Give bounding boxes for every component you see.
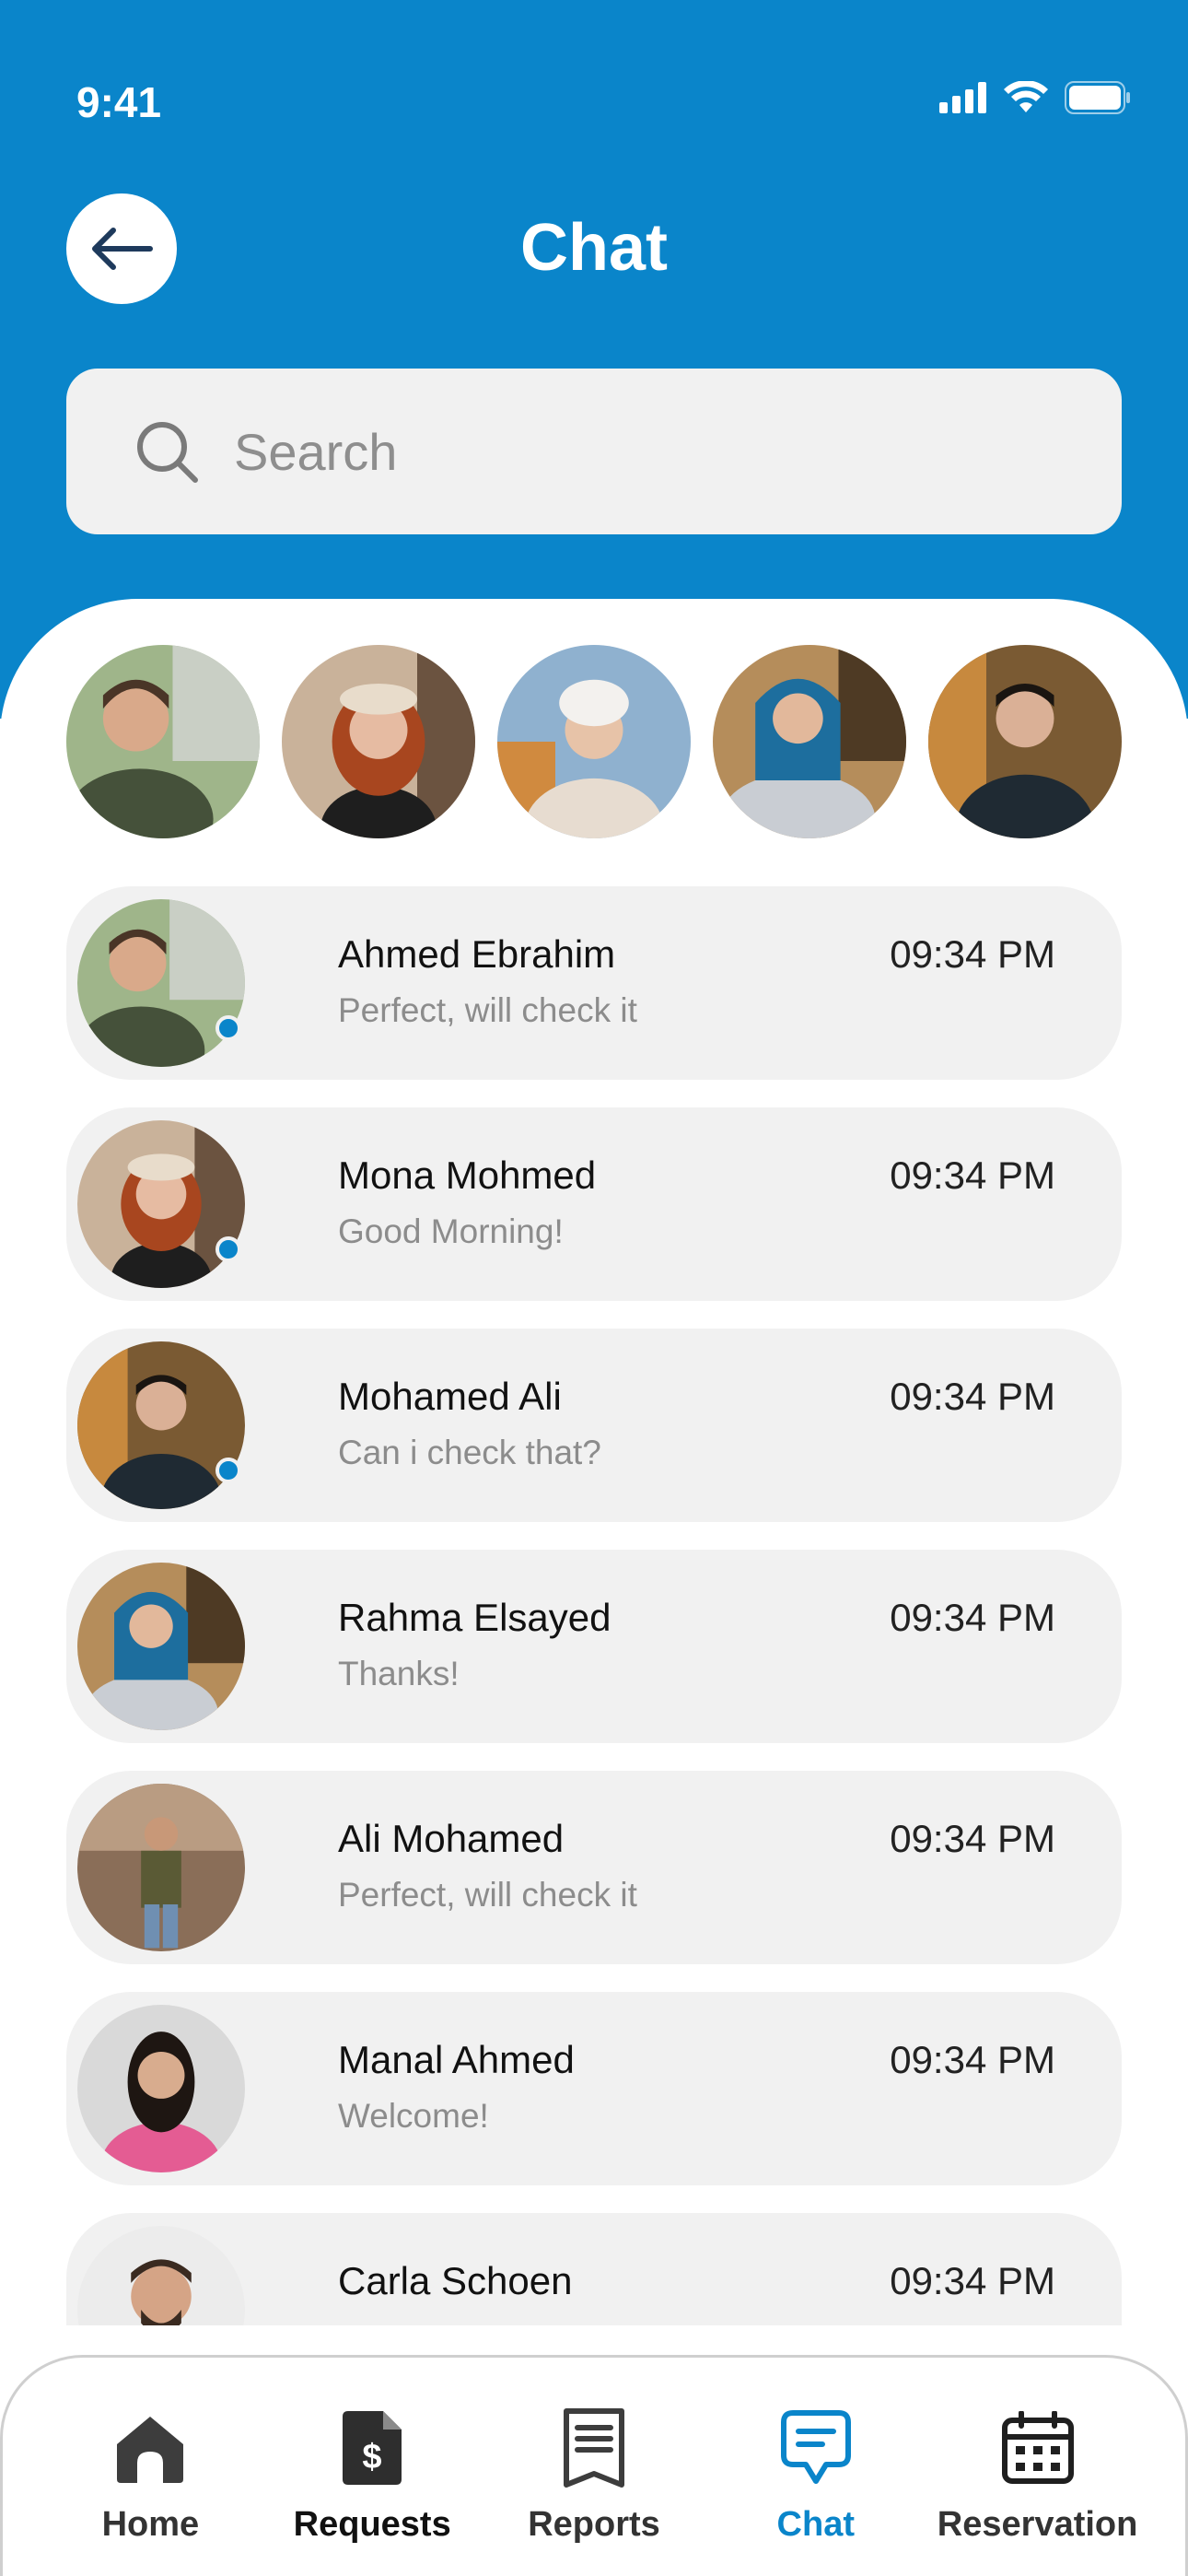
chat-item[interactable]: Mona Mohmed Good Morning! 09:34 PM — [66, 1107, 1122, 1301]
tab-reports[interactable]: Reports — [493, 2404, 695, 2576]
page-title: Chat — [520, 211, 668, 285]
chat-time: 09:34 PM — [890, 2038, 1055, 2081]
avatar — [928, 645, 1122, 838]
chat-preview: Perfect, will check it — [338, 1876, 637, 1914]
wifi-icon — [1004, 81, 1048, 112]
chat-name: Ahmed Ebrahim — [338, 932, 616, 976]
battery-icon — [1065, 81, 1130, 114]
chat-item[interactable]: Rahma Elsayed Thanks! 09:34 PM — [66, 1550, 1122, 1743]
content-panel: Ahmed Ebrahim Perfect, will check it 09:… — [0, 599, 1188, 2331]
tab-label: Reports — [528, 2505, 660, 2544]
tab-label: Home — [101, 2505, 200, 2544]
chat-item[interactable]: Ahmed Ebrahim Perfect, will check it 09:… — [66, 886, 1122, 1080]
avatar — [282, 645, 475, 838]
tab-bar: Home $ Requests Reports Chat Reservation — [0, 2355, 1188, 2576]
avatar — [77, 899, 245, 1067]
requests-icon: $ — [343, 2411, 402, 2485]
stories-row — [66, 645, 1122, 838]
avatar — [77, 2005, 245, 2172]
chat-name: Ali Mohamed — [338, 1817, 565, 1860]
avatar — [77, 1341, 245, 1509]
avatar — [497, 645, 691, 838]
chat-time: 09:34 PM — [890, 1817, 1055, 1860]
chat-icon — [780, 2410, 851, 2484]
story-avatar[interactable] — [928, 645, 1122, 838]
chat-item[interactable]: Carla Schoen 09:34 PM — [66, 2213, 1122, 2325]
tab-home[interactable]: Home — [49, 2404, 251, 2576]
tab-requests[interactable]: $ Requests — [271, 2404, 473, 2576]
avatar — [77, 1784, 245, 1951]
tab-label: Chat — [776, 2505, 855, 2544]
home-icon — [117, 2417, 184, 2483]
chat-time: 09:34 PM — [890, 2259, 1055, 2302]
chat-item[interactable]: Mohamed Ali Can i check that? 09:34 PM — [66, 1329, 1122, 1522]
calendar-icon — [1001, 2411, 1074, 2484]
tab-reservation[interactable]: Reservation — [937, 2404, 1139, 2576]
online-indicator — [215, 1236, 241, 1262]
chat-item[interactable]: Manal Ahmed Welcome! 09:34 PM — [66, 1992, 1122, 2185]
chat-time: 09:34 PM — [890, 932, 1055, 976]
chat-preview: Good Morning! — [338, 1212, 564, 1250]
status-time: 9:41 — [76, 78, 162, 126]
story-avatar[interactable] — [66, 645, 260, 838]
chat-time: 09:34 PM — [890, 1596, 1055, 1639]
chat-preview: Perfect, will check it — [338, 991, 637, 1029]
chat-list: Ahmed Ebrahim Perfect, will check it 09:… — [66, 886, 1122, 2325]
search-placeholder: Search — [234, 422, 398, 481]
online-indicator — [215, 1015, 241, 1041]
reports-icon — [563, 2408, 624, 2488]
avatar — [66, 645, 260, 838]
chat-name: Mohamed Ali — [338, 1375, 562, 1418]
chat-preview: Can i check that? — [338, 1434, 601, 1471]
signal-icon — [939, 82, 986, 113]
chat-name: Carla Schoen — [338, 2259, 573, 2302]
chat-preview: Thanks! — [338, 1655, 460, 1692]
tab-chat[interactable]: Chat — [715, 2404, 917, 2576]
chat-name: Rahma Elsayed — [338, 1596, 611, 1639]
chat-time: 09:34 PM — [890, 1153, 1055, 1197]
story-avatar[interactable] — [713, 645, 906, 838]
story-avatar[interactable] — [497, 645, 691, 838]
online-indicator — [215, 1458, 241, 1483]
chat-time: 09:34 PM — [890, 1375, 1055, 1418]
story-avatar[interactable] — [282, 645, 475, 838]
chat-item[interactable]: Ali Mohamed Perfect, will check it 09:34… — [66, 1771, 1122, 1964]
svg-text:$: $ — [363, 2438, 382, 2476]
search-input[interactable]: Search — [66, 369, 1122, 534]
avatar — [77, 1563, 245, 1730]
chat-preview: Welcome! — [338, 2097, 489, 2135]
avatar — [77, 2226, 245, 2325]
tab-label: Reservation — [937, 2505, 1138, 2544]
chat-name: Mona Mohmed — [338, 1153, 597, 1197]
chat-name: Manal Ahmed — [338, 2038, 575, 2081]
search-icon — [137, 422, 198, 483]
avatar — [713, 645, 906, 838]
status-icons — [939, 81, 1131, 114]
avatar — [77, 1120, 245, 1288]
tab-label: Requests — [293, 2505, 451, 2544]
